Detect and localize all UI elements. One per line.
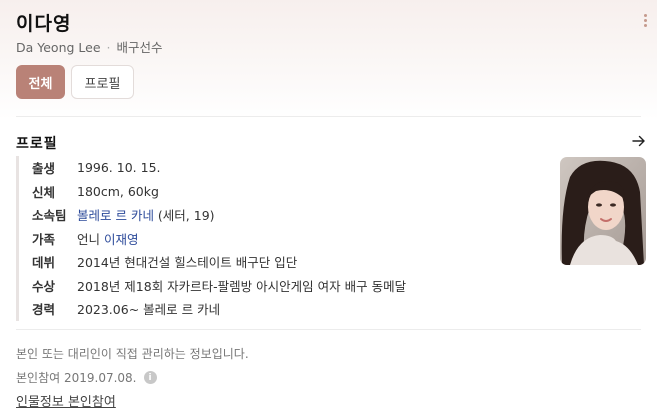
family-prefix: 언니: [77, 231, 104, 247]
row-value: 2018년 제18회 자카르타-팔렘방 아시안게임 여자 배구 동메달: [77, 278, 407, 294]
profile-row-debut: 데뷔 2014년 현대건설 힐스테이트 배구단 입단: [32, 250, 406, 274]
family-link[interactable]: 이재영: [104, 232, 139, 247]
arrow-right-icon[interactable]: [631, 133, 647, 149]
row-key: 신체: [32, 184, 56, 200]
team-link[interactable]: 볼레로 르 카네: [77, 208, 154, 223]
row-value: 1996. 10. 15.: [77, 160, 161, 176]
managed-notice: 본인 또는 대리인이 직접 관리하는 정보입니다.: [16, 347, 249, 361]
row-value: 180cm, 60kg: [77, 183, 159, 199]
more-vertical-icon[interactable]: [644, 14, 648, 29]
row-value: 2023.06~ 볼레로 르 카네: [77, 302, 221, 318]
tab-all[interactable]: 전체: [16, 65, 65, 99]
row-value: 볼레로 르 카네 (세터, 19): [77, 205, 215, 224]
divider: [16, 329, 641, 330]
section-title: 프로필: [16, 136, 58, 152]
english-name: Da Yeong Lee: [16, 40, 101, 55]
row-value: 2014년 현대건설 힐스테이트 배구단 입단: [77, 255, 298, 271]
separator: ·: [106, 40, 111, 55]
self-participation-link[interactable]: 인물정보 본인참여: [16, 391, 116, 410]
profile-row-team: 소속팀 볼레로 르 카네 (세터, 19): [32, 203, 406, 227]
profile-list: 출생 1996. 10. 15. 신체 180cm, 60kg 소속팀 볼레로 …: [16, 156, 406, 321]
profile-photo[interactable]: [560, 157, 646, 265]
participation-date: 본인참여 2019.07.08.: [16, 371, 137, 385]
row-value: 언니 이재영: [77, 229, 139, 248]
row-key: 경력: [32, 302, 56, 318]
row-key: 데뷔: [32, 255, 56, 271]
tab-profile[interactable]: 프로필: [71, 65, 134, 99]
row-key: 소속팀: [32, 208, 67, 224]
participation-info: 본인참여 2019.07.08. i: [16, 369, 157, 386]
row-key: 수상: [32, 278, 56, 294]
person-name: 이다영: [16, 13, 72, 35]
row-key: 가족: [32, 231, 56, 247]
profile-row-family: 가족 언니 이재영: [32, 227, 406, 251]
profile-row-award: 수상 2018년 제18회 자카르타-팔렘방 아시안게임 여자 배구 동메달: [32, 274, 406, 298]
team-detail: (세터, 19): [153, 208, 215, 224]
occupation: 배구선수: [116, 40, 163, 55]
info-icon[interactable]: i: [143, 371, 157, 384]
profile-row-body: 신체 180cm, 60kg: [32, 180, 406, 204]
divider: [16, 116, 641, 117]
tab-bar: 전체 프로필: [16, 65, 134, 99]
profile-row-birth: 출생 1996. 10. 15.: [32, 156, 406, 180]
profile-row-career: 경력 2023.06~ 볼레로 르 카네: [32, 297, 406, 321]
row-key: 출생: [32, 161, 56, 177]
person-subtitle: Da Yeong Lee · 배구선수: [16, 37, 163, 56]
